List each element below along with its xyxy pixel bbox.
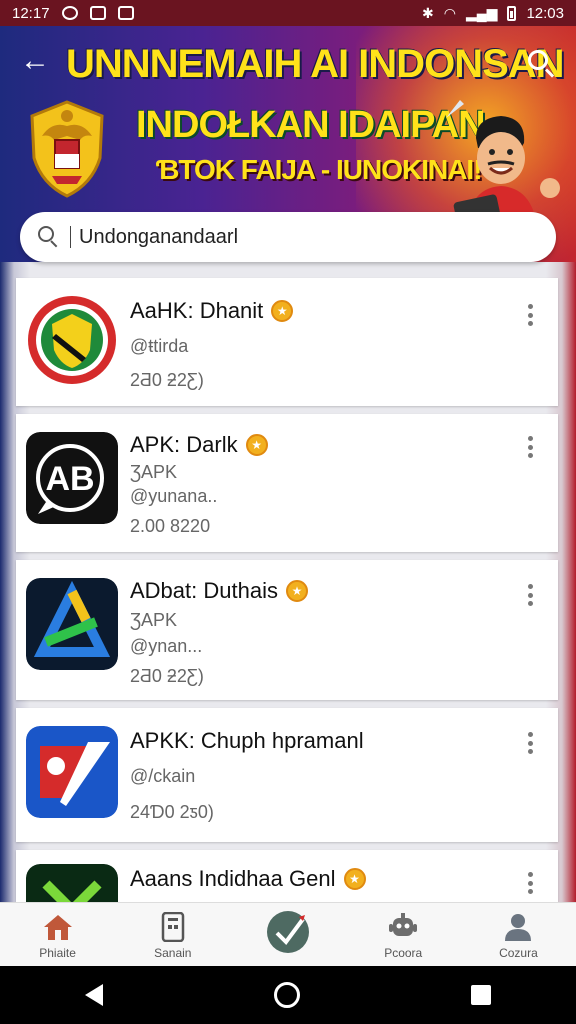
text-caret <box>70 226 71 248</box>
app-developer: @/ckain <box>130 766 196 786</box>
more-options-icon[interactable] <box>520 730 540 756</box>
app-list-item[interactable]: AaHK: Dhanit ★ @ŧtirda 2Ƌ0 ƻ2Ƹ) <box>16 278 558 406</box>
tablet-icon <box>161 912 185 942</box>
more-options-icon[interactable] <box>520 434 540 460</box>
more-options-icon[interactable] <box>520 582 540 608</box>
app-developer: @yunana.. <box>130 486 218 506</box>
app-category: ƷAPK <box>130 610 178 630</box>
photo-icon <box>89 6 106 20</box>
verified-badge-icon: ★ <box>343 868 366 890</box>
bluetooth-icon: ✱ <box>422 5 434 21</box>
search-field-icon <box>38 226 60 248</box>
signal-icon: ▂▄▆ <box>466 5 498 21</box>
app-name-text: APK: Darlk <box>130 432 238 457</box>
nav-community-label: Pcoora <box>384 946 423 960</box>
banner-title: UNNNEMAIH AI INDONSAN <box>66 42 565 86</box>
bottom-navigation: Phiaite Sanain Pcoora Cozura <box>0 902 576 966</box>
battery-icon <box>507 5 517 21</box>
nav-search[interactable]: Sanain <box>115 903 230 966</box>
back-arrow-icon[interactable]: ← <box>18 46 52 80</box>
app-list-item[interactable]: APKK: Chuph hpramanl @/ckain 24Ɗ0 2ƽ0) <box>16 708 558 842</box>
app-list-item[interactable]: Aaans Indidhaa Genl ★ <box>16 850 558 902</box>
verified-badge-icon: ★ <box>285 580 308 602</box>
app-stats: 24Ɗ0 2ƽ0) <box>130 802 214 822</box>
more-options-icon[interactable] <box>520 302 540 328</box>
wifi-icon: ◠ <box>443 5 456 21</box>
status-bar: 12:17 ✱ ◠ ▂▄▆ 12:03 <box>0 0 576 26</box>
status-time-left: 12:17 <box>12 4 50 22</box>
more-options-icon[interactable] <box>520 870 540 896</box>
app-name: Aaans Indidhaa Genl ★ <box>130 866 366 892</box>
app-developer: @ynan... <box>130 636 203 656</box>
app-stats: 2.00 8220 <box>130 516 211 536</box>
system-recents-icon[interactable] <box>470 985 491 1005</box>
flag-shield-icon <box>26 726 118 818</box>
nav-center-action[interactable] <box>230 903 345 966</box>
app-list-item[interactable]: AB APK: Darlk ★ ƷAPK @yunana.. 2.00 8220 <box>16 414 558 552</box>
green-x-icon <box>26 864 118 902</box>
nav-profile-label: Cozura <box>499 946 538 960</box>
verified-badge-icon: ★ <box>271 300 294 322</box>
app-name: APK: Darlk ★ <box>130 432 268 458</box>
app-name-text: ADbat: Duthais <box>130 578 278 603</box>
app-developer: @ŧtirda <box>130 336 189 356</box>
app-category: ƷAPK <box>130 462 178 482</box>
check-circle-icon <box>267 910 309 953</box>
app-name: ADbat: Duthais ★ <box>130 578 308 604</box>
app-name-text: Aaans Indidhaa Genl <box>130 866 336 891</box>
system-back-icon[interactable] <box>85 984 104 1006</box>
app-stats: 2Ƌ0 ƻ2Ƹ) <box>130 370 204 390</box>
status-time-right: 12:03 <box>526 4 564 22</box>
app-list-item[interactable]: ADbat: Duthais ★ ƷAPK @ynan... 2Ƌ0 ƻ2Ƹ) <box>16 560 558 700</box>
search-icon[interactable] <box>524 46 558 80</box>
shield-emblem-icon <box>26 294 118 386</box>
person-icon <box>505 914 532 941</box>
garuda-emblem-icon <box>30 100 104 198</box>
system-navigation-bar <box>0 966 576 1024</box>
home-icon <box>43 915 72 940</box>
nav-search-label: Sanain <box>154 946 192 960</box>
app-name: AaHK: Dhanit ★ <box>130 298 294 324</box>
triangle-logo-icon <box>26 578 118 670</box>
robot-icon <box>389 913 418 936</box>
nav-home-label: Phiaite <box>39 946 76 960</box>
nav-community[interactable]: Pcoora <box>346 903 461 966</box>
app-stats: 2Ƌ0 ƻ2Ƹ) <box>130 666 204 686</box>
notification-icon <box>61 6 78 20</box>
app-name-text: AaHK: Dhanit <box>130 298 264 323</box>
app-name: APKK: Chuph hpramanl <box>130 728 364 754</box>
nav-home[interactable]: Phiaite <box>0 903 115 966</box>
search-bar[interactable] <box>20 212 556 262</box>
nav-profile[interactable]: Cozura <box>461 903 576 966</box>
verified-badge-icon: ★ <box>245 434 268 456</box>
system-home-icon[interactable] <box>273 982 300 1008</box>
ab-logo-icon: AB <box>26 432 118 524</box>
search-input[interactable] <box>79 225 519 249</box>
svg-text:AB: AB <box>45 460 94 498</box>
app-notification-icon <box>117 6 134 20</box>
app-name-text: APKK: Chuph hpramanl <box>130 728 364 753</box>
